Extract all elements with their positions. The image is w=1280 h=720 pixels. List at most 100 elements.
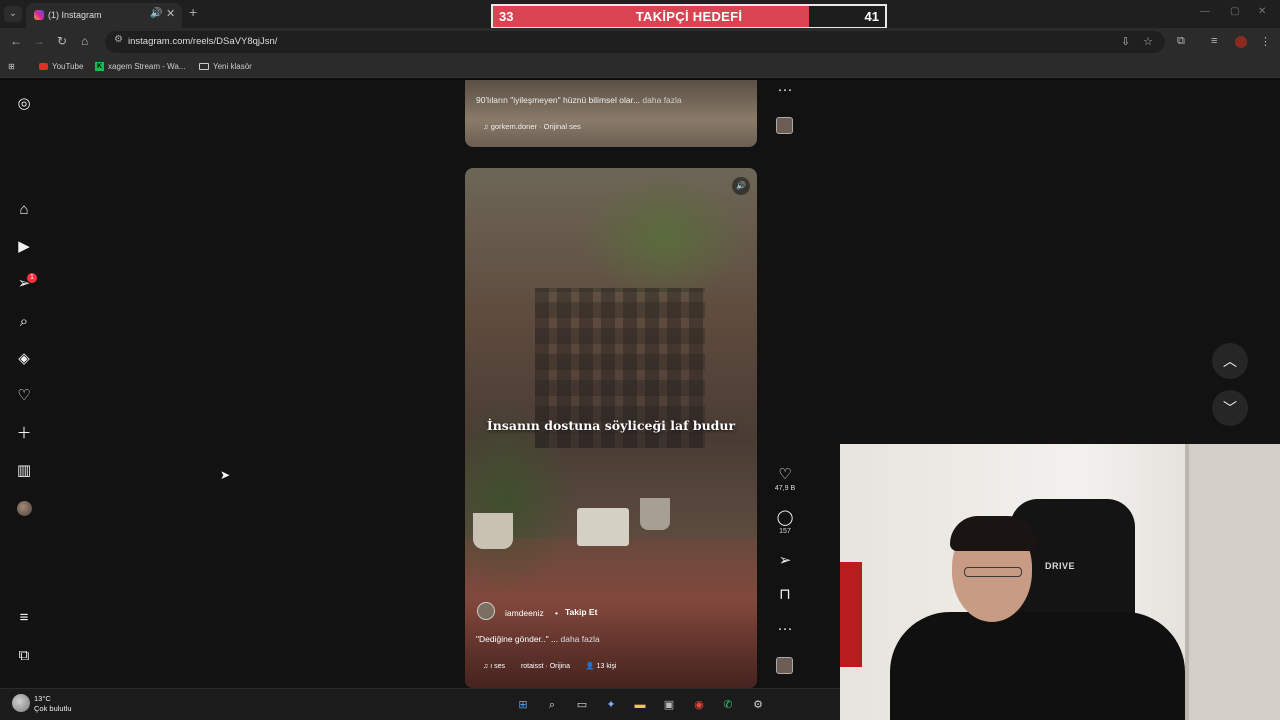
reel-video[interactable]: 🔊 İnsanın dostuna söyliceği laf budur ia… xyxy=(465,168,757,688)
comment-action[interactable]: ◯ 157 xyxy=(772,510,798,536)
audio-label: gorkem.doner · Orijinal ses xyxy=(490,122,581,131)
previous-audio-thumb[interactable] xyxy=(776,117,793,134)
instagram-sidebar: ◎ ⌂ ▶ ➢ 1 ⌕ ◈ ♡ ＋ ▥ ≡ ⧉ xyxy=(0,80,48,688)
previous-reel-button[interactable]: ︿ xyxy=(1212,343,1248,379)
bookmark-icon[interactable]: ⊓ xyxy=(772,587,798,603)
install-app-icon[interactable]: ⇩ xyxy=(1121,35,1130,48)
more-apps-icon[interactable]: ⧉ xyxy=(15,647,33,665)
youtube-icon xyxy=(39,63,48,70)
dashboard-icon[interactable]: ▥ xyxy=(15,462,33,480)
heart-icon[interactable]: ♡ xyxy=(772,467,798,483)
bookmark-label: xagem Stream - Wa... xyxy=(108,62,186,71)
more-action[interactable]: ··· xyxy=(772,621,798,637)
save-action[interactable]: ⊓ xyxy=(772,587,798,603)
flower-pot xyxy=(640,498,670,530)
follow-button[interactable]: Takip Et xyxy=(565,607,597,617)
profile-avatar[interactable] xyxy=(17,501,32,516)
sound-toggle-icon[interactable]: 🔊 xyxy=(732,177,750,195)
file-explorer-icon[interactable]: ▬ xyxy=(632,697,648,713)
back-icon[interactable]: ← xyxy=(10,34,22,48)
follower-goal-widget: 33 TAKİPÇİ HEDEFİ 41 xyxy=(491,4,887,29)
chrome-icon[interactable]: ◉ xyxy=(691,697,707,713)
store-icon[interactable]: ▣ xyxy=(661,697,677,713)
red-object xyxy=(840,562,862,667)
audio-thumb[interactable] xyxy=(776,657,793,674)
start-icon[interactable]: ⊞ xyxy=(515,697,531,713)
bookmark-label: YouTube xyxy=(52,62,84,71)
comment-count: 157 xyxy=(779,528,791,535)
instagram-icon[interactable]: ◎ xyxy=(15,95,33,113)
goal-label: TAKİPÇİ HEDEFİ xyxy=(635,9,743,24)
bookmark-stream[interactable]: K xagem Stream - Wa... xyxy=(95,62,186,71)
home-button-icon[interactable]: ⌂ xyxy=(81,34,88,48)
music-note-icon: ♫ xyxy=(483,663,489,670)
forward-icon[interactable]: → xyxy=(33,34,45,48)
flower-pot xyxy=(473,513,513,549)
home-icon[interactable]: ⌂ xyxy=(15,201,33,219)
music-note-icon: ♫ xyxy=(483,122,489,131)
bookmark-label: Yeni klasör xyxy=(213,62,252,71)
previous-reel-audio[interactable]: ♫ gorkem.doner · Orijinal ses xyxy=(483,122,581,131)
share-icon[interactable]: ➢ xyxy=(772,553,798,569)
search-icon[interactable]: ⌕ xyxy=(15,313,33,331)
create-icon[interactable]: ＋ xyxy=(15,425,33,443)
more-link[interactable]: daha fazla xyxy=(561,634,600,644)
folder-icon xyxy=(199,63,209,70)
app-icon[interactable]: ⚙ xyxy=(750,697,766,713)
close-window-icon[interactable]: ✕ xyxy=(1258,6,1266,17)
reel-username[interactable]: iamdeeniz xyxy=(505,608,544,618)
whatsapp-icon[interactable]: ✆ xyxy=(720,697,736,713)
menu-icon[interactable]: ≡ xyxy=(15,609,33,627)
temperature: 13°C xyxy=(34,694,51,703)
explore-icon[interactable]: ◈ xyxy=(15,350,33,368)
tab-close-icon[interactable]: ✕ xyxy=(166,7,175,20)
media-controls-icon[interactable]: ≡ xyxy=(1211,35,1217,47)
goal-target: 41 xyxy=(864,9,879,24)
bookmark-star-icon[interactable]: ☆ xyxy=(1143,35,1153,48)
url-text: instagram.com/reels/DSaVY8qjJsn/ xyxy=(128,36,278,47)
search-icon[interactable]: ⌕ xyxy=(544,697,560,713)
browser-tab-instagram[interactable]: (1) Instagram 🔊 ✕ xyxy=(26,3,182,28)
people-icon: 👤 xyxy=(585,663,595,670)
bookmark-youtube[interactable]: YouTube xyxy=(39,62,83,71)
maximize-icon[interactable]: ▢ xyxy=(1230,6,1239,17)
windows-taskbar: 13°C Çok bulutlu ⊞ ⌕ ▭ ✦ ▬ ▣ ◉ ✆ ⚙ xyxy=(0,688,840,720)
mouse-cursor-icon: ➤ xyxy=(220,468,231,482)
site-info-icon[interactable]: ⚙ xyxy=(114,34,123,45)
address-bar[interactable]: ⚙ instagram.com/reels/DSaVY8qjJsn/ xyxy=(105,31,1165,53)
previous-reel-card[interactable]: 90'lıların "iyileşmeyen" hüznü bilimsel … xyxy=(465,80,757,147)
new-tab-button[interactable]: + xyxy=(189,4,197,20)
apps-grid-icon[interactable]: ⊞ xyxy=(8,62,15,71)
browser-profile-avatar[interactable] xyxy=(1235,36,1247,48)
person-hair xyxy=(950,516,1036,551)
like-action[interactable]: ♡ 47,9 B xyxy=(772,467,798,493)
share-action[interactable]: ➢ xyxy=(772,553,798,569)
reels-icon[interactable]: ▶ xyxy=(15,238,33,256)
more-link[interactable]: daha fazla xyxy=(642,95,681,105)
tab-search-dropdown[interactable]: ⌄ xyxy=(4,6,22,22)
comment-icon[interactable]: ◯ xyxy=(772,510,798,526)
bookmark-folder[interactable]: Yeni klasör xyxy=(199,62,252,71)
copilot-icon[interactable]: ✦ xyxy=(603,697,619,713)
like-count: 47,9 B xyxy=(774,485,796,492)
background-door xyxy=(1185,444,1280,720)
audio-source[interactable]: rotaisst · Orijina xyxy=(521,663,570,670)
reload-icon[interactable]: ↻ xyxy=(57,34,67,48)
weather-widget[interactable]: 13°C Çok bulutlu xyxy=(34,694,72,714)
more-icon[interactable]: ··· xyxy=(772,621,798,637)
browser-menu-icon[interactable]: ⋮ xyxy=(1260,35,1271,48)
task-view-icon[interactable]: ▭ xyxy=(574,697,590,713)
caption-text: 90'lıların "iyileşmeyen" hüznü bilimsel … xyxy=(476,95,641,105)
tagged-people[interactable]: 13 kişi xyxy=(597,663,617,670)
weather-icon[interactable] xyxy=(12,694,30,712)
tab-audio-icon[interactable]: 🔊 xyxy=(150,8,162,19)
heart-icon[interactable]: ♡ xyxy=(15,387,33,405)
person-body xyxy=(890,612,1185,720)
minimize-icon[interactable]: — xyxy=(1200,6,1210,17)
previous-more-button[interactable]: ··· xyxy=(772,82,798,98)
webcam-overlay: DRIVE xyxy=(840,444,1280,720)
extensions-icon[interactable]: ⧉ xyxy=(1177,35,1185,48)
user-avatar[interactable] xyxy=(477,602,495,620)
next-reel-button[interactable]: ﹀ xyxy=(1212,390,1248,426)
audio-sounds[interactable]: ı ses xyxy=(490,663,505,670)
